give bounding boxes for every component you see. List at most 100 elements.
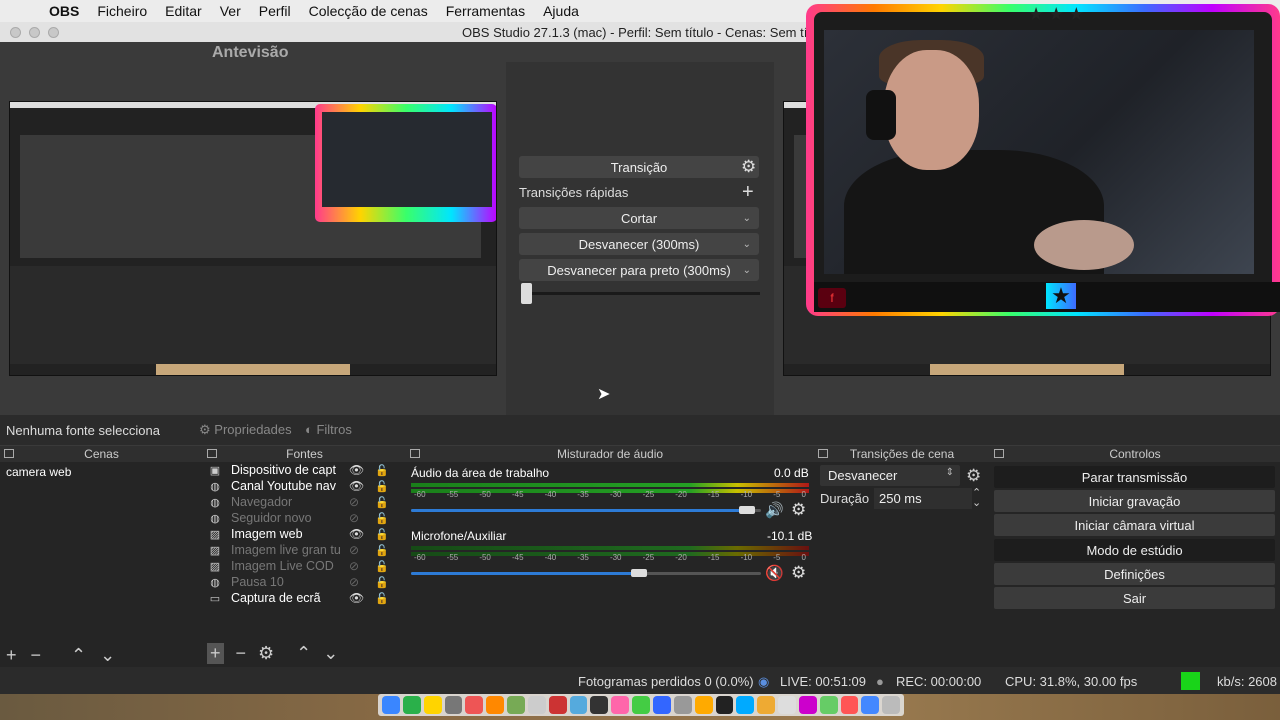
close-window-button[interactable] — [10, 27, 21, 38]
lock-icon[interactable]: 🔓 — [375, 544, 389, 557]
dock-app-icon[interactable] — [673, 696, 692, 714]
quick-transition-cortar[interactable]: Cortar ⌄ — [519, 207, 759, 229]
dock-app-icon[interactable] — [798, 696, 817, 714]
menu-ferramentas[interactable]: Ferramentas — [437, 3, 534, 19]
move-up-icon[interactable]: ⌃ — [71, 645, 86, 666]
properties-button[interactable]: ⚙ Propriedades — [199, 422, 292, 438]
float-dock-icon[interactable] — [410, 449, 420, 458]
source-row[interactable]: ▨ Imagem live gran tu ⊘ 🔓 — [207, 542, 397, 558]
lock-icon[interactable]: 🔓 — [375, 512, 389, 525]
add-scene-icon[interactable]: + — [6, 645, 17, 666]
eye-icon[interactable]: 👁 — [349, 591, 364, 605]
start-recording-button[interactable]: Iniciar gravação — [994, 490, 1275, 512]
transition-gear-icon[interactable]: ⚙ — [741, 157, 756, 177]
move-up-icon[interactable]: ⌃ — [296, 643, 311, 664]
minimize-window-button[interactable] — [29, 27, 40, 38]
lock-icon[interactable]: 🔓 — [375, 560, 389, 573]
dock-app-icon[interactable] — [736, 696, 755, 714]
dock-app-icon[interactable] — [527, 696, 546, 714]
volume-knob[interactable] — [739, 506, 755, 514]
dock-app-icon[interactable] — [423, 696, 442, 714]
eye-hidden-icon[interactable]: ⊘ — [349, 495, 359, 509]
move-down-icon[interactable]: ⌄ — [100, 645, 115, 666]
source-row[interactable]: ◍ Navegador ⊘ 🔓 — [207, 494, 397, 510]
dock-app-icon[interactable] — [590, 696, 609, 714]
studio-mode-button[interactable]: Modo de estúdio — [994, 539, 1275, 561]
dock-app-icon[interactable] — [611, 696, 630, 714]
dock-app-icon[interactable] — [757, 696, 776, 714]
dock-app-icon[interactable] — [715, 696, 734, 714]
muted-speaker-icon[interactable]: 🔇 — [765, 564, 784, 582]
dock-app-icon[interactable] — [465, 696, 484, 714]
dock-app-icon[interactable] — [382, 696, 400, 714]
scene-transition-gear-icon[interactable]: ⚙ — [966, 466, 981, 486]
transition-select[interactable]: Desvanecer ⇕ — [820, 465, 960, 486]
source-settings-icon[interactable]: ⚙ — [258, 643, 274, 664]
dock-app-icon[interactable] — [652, 696, 671, 714]
dock-app-icon[interactable] — [819, 696, 838, 714]
filters-button[interactable]: ◐ Filtros — [305, 422, 352, 437]
lock-icon[interactable]: 🔓 — [375, 464, 389, 477]
eye-icon[interactable]: 👁 — [349, 479, 364, 493]
dock-app-icon[interactable] — [694, 696, 713, 714]
source-row[interactable]: ◍ Seguidor novo ⊘ 🔓 — [207, 510, 397, 526]
quick-transition-desvanecer[interactable]: Desvanecer (300ms) ⌄ — [519, 233, 759, 255]
lock-icon[interactable]: 🔓 — [375, 528, 389, 541]
exit-button[interactable]: Sair — [994, 587, 1275, 609]
volume-slider[interactable] — [411, 572, 639, 575]
transition-button[interactable]: Transição — [519, 156, 759, 178]
menu-editar[interactable]: Editar — [156, 3, 211, 19]
dock-app-icon[interactable] — [861, 696, 880, 714]
lock-icon[interactable]: 🔓 — [375, 496, 389, 509]
source-row[interactable]: ▭ Captura de ecrã 👁 🔓 — [207, 590, 397, 606]
start-virtual-camera-button[interactable]: Iniciar câmara virtual — [994, 514, 1275, 536]
menu-coleccao-cenas[interactable]: Colecção de cenas — [300, 3, 437, 19]
tbar-track[interactable] — [521, 292, 760, 295]
dock-app-icon[interactable] — [444, 696, 463, 714]
scene-item[interactable]: camera web — [6, 465, 71, 479]
dock-app-icon[interactable] — [778, 696, 796, 714]
source-row[interactable]: ◍ Pausa 10 ⊘ 🔓 — [207, 574, 397, 590]
float-dock-icon[interactable] — [818, 449, 828, 458]
add-quick-transition-icon[interactable]: + — [742, 181, 754, 204]
menu-perfil[interactable]: Perfil — [250, 3, 300, 19]
channel-gear-icon[interactable]: ⚙ — [791, 563, 806, 583]
dock-app-icon[interactable] — [569, 696, 588, 714]
menu-ajuda[interactable]: Ajuda — [534, 3, 588, 19]
menu-app-name[interactable]: OBS — [40, 3, 88, 19]
dock-app-icon[interactable] — [402, 696, 421, 714]
lock-icon[interactable]: 🔓 — [375, 480, 389, 493]
dock-app-icon[interactable] — [882, 696, 901, 714]
dock-app-icon[interactable] — [548, 696, 567, 714]
duration-field[interactable]: 250 ms — [874, 488, 972, 509]
eye-hidden-icon[interactable]: ⊘ — [349, 575, 359, 589]
volume-knob[interactable] — [631, 569, 647, 577]
lock-icon[interactable]: 🔓 — [375, 592, 389, 605]
float-dock-icon[interactable] — [994, 449, 1004, 458]
source-row[interactable]: ▨ Imagem Live COD ⊘ 🔓 — [207, 558, 397, 574]
source-row[interactable]: ▣ Dispositivo de capt 👁 🔓 — [207, 462, 397, 478]
dock-app-icon[interactable] — [507, 696, 525, 714]
duration-stepper-icon[interactable]: ⌃ ⌄ — [972, 488, 981, 509]
remove-source-icon[interactable]: − — [236, 643, 247, 664]
channel-gear-icon[interactable]: ⚙ — [791, 500, 806, 520]
eye-hidden-icon[interactable]: ⊘ — [349, 559, 359, 573]
remove-scene-icon[interactable]: − — [31, 645, 42, 666]
quick-transition-preto[interactable]: Desvanecer para preto (300ms) ⌄ — [519, 259, 759, 281]
speaker-icon[interactable]: 🔊 — [765, 501, 784, 519]
tbar-handle[interactable] — [521, 283, 532, 304]
volume-slider[interactable] — [411, 509, 747, 512]
dock-app-icon[interactable] — [486, 696, 505, 714]
dock-app-icon[interactable] — [840, 696, 859, 714]
eye-icon[interactable]: 👁 — [349, 463, 364, 477]
move-down-icon[interactable]: ⌄ — [323, 643, 338, 664]
eye-hidden-icon[interactable]: ⊘ — [349, 543, 359, 557]
float-dock-icon[interactable] — [4, 449, 14, 458]
preview-canvas[interactable] — [9, 101, 497, 376]
eye-icon[interactable]: 👁 — [349, 527, 364, 541]
source-row[interactable]: ▨ Imagem web 👁 🔓 — [207, 526, 397, 542]
menu-ficheiro[interactable]: Ficheiro — [88, 3, 156, 19]
zoom-window-button[interactable] — [48, 27, 59, 38]
menu-ver[interactable]: Ver — [211, 3, 250, 19]
float-dock-icon[interactable] — [207, 449, 217, 458]
